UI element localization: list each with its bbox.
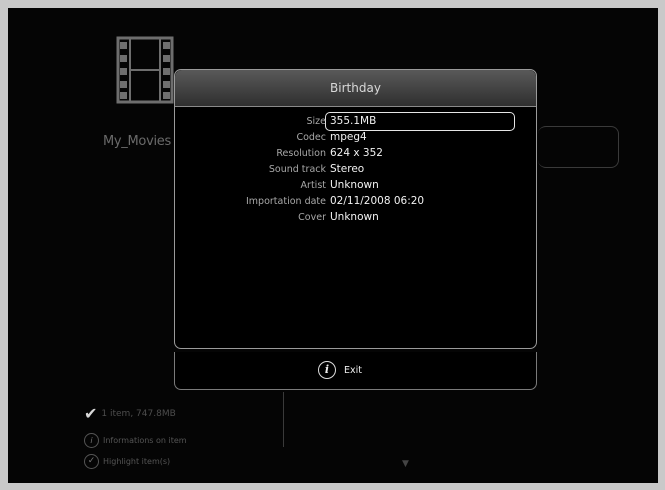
film-strip-icon	[116, 36, 174, 104]
background-panel-frame	[538, 126, 619, 168]
background-divider	[283, 392, 284, 447]
info-label: Artist	[300, 180, 326, 191]
info-label: Codec	[296, 132, 326, 143]
info-row-size[interactable]: Size 355.1MB	[175, 112, 536, 131]
info-value: Unknown	[330, 179, 379, 191]
info-row-sound-track: Sound track Stereo	[175, 162, 536, 178]
info-label: Resolution	[276, 148, 326, 159]
info-row-importation-date: Importation date 02/11/2008 06:20	[175, 194, 536, 210]
circle-check-icon: ✓	[84, 454, 99, 469]
info-value: 624 x 352	[330, 147, 383, 159]
exit-button[interactable]: i Exit	[318, 361, 362, 379]
info-label: Sound track	[268, 164, 326, 175]
folder-label[interactable]: My_Movies	[103, 134, 171, 149]
status-summary: ✔ 1 item, 747.8MB	[84, 406, 176, 422]
info-icon: i	[318, 361, 336, 379]
highlight-hint-text: Highlight item(s)	[103, 457, 171, 466]
info-value: 355.1MB	[330, 115, 377, 127]
info-row-artist: Artist Unknown	[175, 178, 536, 194]
info-label: Importation date	[246, 196, 326, 207]
info-icon: i	[84, 433, 99, 448]
exit-label: Exit	[344, 364, 362, 376]
info-dialog-body: Birthday Size 355.1MB Codec mpeg4 Resolu…	[174, 69, 537, 349]
checkmark-icon: ✔	[84, 404, 98, 423]
info-hint-text: Informations on item	[103, 436, 187, 445]
info-label: Cover	[298, 212, 326, 223]
dialog-title: Birthday	[175, 70, 536, 107]
dialog-footer: i Exit	[174, 352, 537, 390]
down-arrow-icon[interactable]: ▼	[402, 459, 409, 469]
info-row-resolution: Resolution 624 x 352	[175, 146, 536, 162]
info-label: Size	[306, 116, 326, 127]
info-row-cover: Cover Unknown	[175, 210, 536, 226]
info-hint: i Informations on item	[84, 433, 187, 448]
info-value: 02/11/2008 06:20	[330, 195, 425, 207]
info-value: Unknown	[330, 211, 379, 223]
info-value: mpeg4	[330, 131, 367, 143]
info-row-codec: Codec mpeg4	[175, 130, 536, 146]
highlight-hint: ✓ Highlight item(s)	[84, 454, 170, 469]
info-value: Stereo	[330, 163, 365, 175]
status-items-text: 1 item, 747.8MB	[101, 409, 176, 419]
media-browser-screen: My_Movies ✔ 1 item, 747.8MB i Informatio…	[8, 8, 658, 483]
info-dialog: Birthday Size 355.1MB Codec mpeg4 Resolu…	[174, 69, 537, 391]
